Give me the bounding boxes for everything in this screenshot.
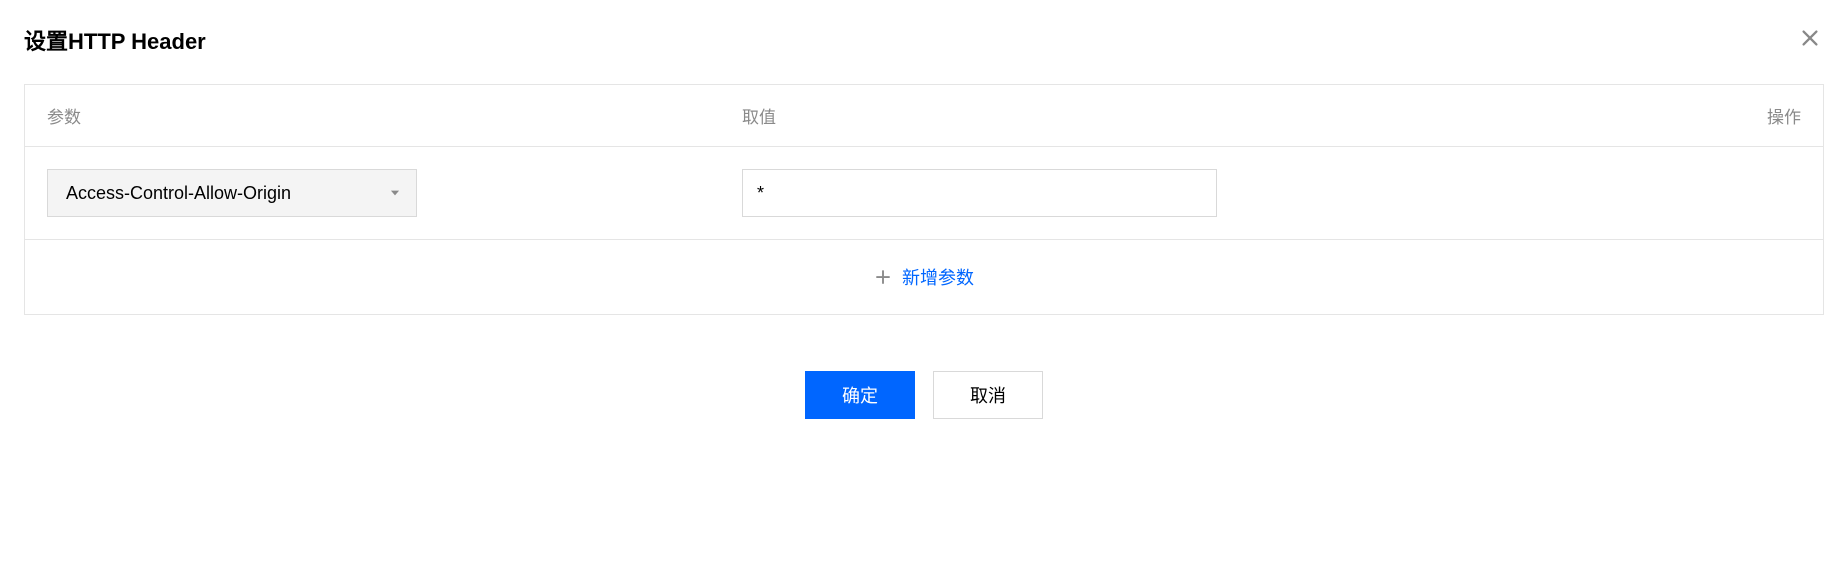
close-icon [1799, 27, 1821, 54]
table-row: Access-Control-Allow-Origin [25, 147, 1823, 240]
plus-icon [874, 268, 892, 286]
param-cell: Access-Control-Allow-Origin [47, 169, 742, 217]
dialog-footer: 确定 取消 [24, 371, 1824, 419]
add-param-button[interactable]: 新增参数 [25, 240, 1823, 314]
param-select[interactable]: Access-Control-Allow-Origin [47, 169, 417, 217]
dialog-header: 设置HTTP Header [24, 24, 1824, 84]
value-input[interactable] [742, 169, 1217, 217]
cancel-button[interactable]: 取消 [933, 371, 1043, 419]
add-param-label: 新增参数 [902, 264, 974, 290]
table-header-row: 参数 取值 操作 [25, 85, 1823, 147]
http-header-table: 参数 取值 操作 Access-Control-Allow-Origin [24, 84, 1824, 315]
dialog-title: 设置HTTP Header [24, 24, 206, 56]
header-param: 参数 [47, 103, 742, 128]
confirm-button[interactable]: 确定 [805, 371, 915, 419]
param-select-value: Access-Control-Allow-Origin [66, 183, 291, 204]
value-cell [742, 169, 1711, 217]
header-value: 取值 [742, 103, 1711, 128]
header-action: 操作 [1711, 103, 1801, 128]
close-button[interactable] [1796, 26, 1824, 54]
chevron-down-icon [388, 186, 402, 200]
